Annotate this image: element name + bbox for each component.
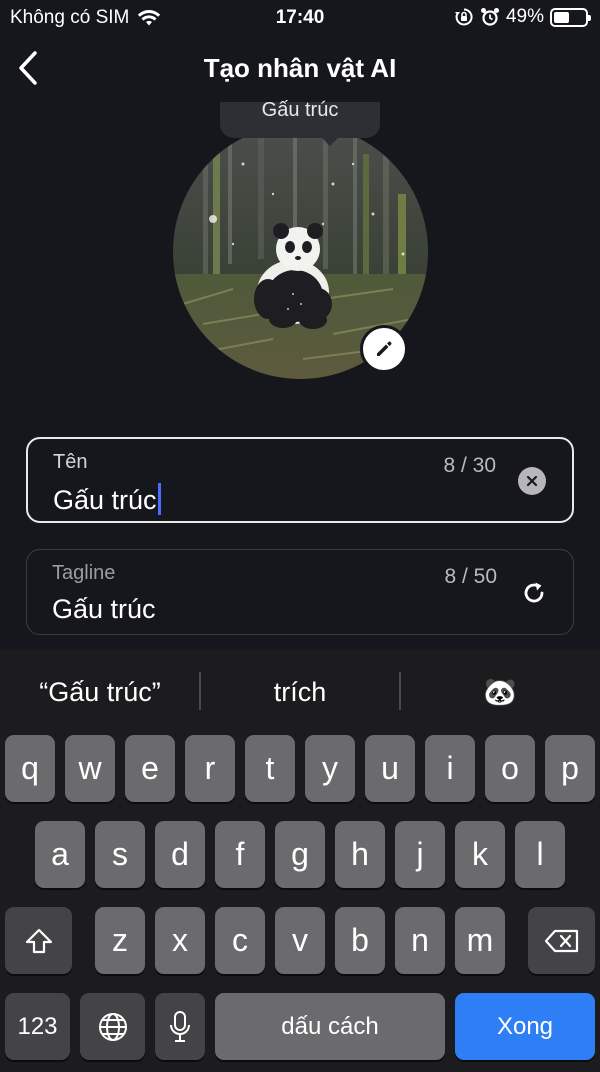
tagline-input[interactable]: Gấu trúc	[52, 594, 156, 625]
key-d[interactable]: d	[155, 821, 205, 888]
clear-name-button[interactable]	[518, 467, 546, 495]
key-a[interactable]: a	[35, 821, 85, 888]
key-w[interactable]: w	[65, 735, 115, 802]
key-f[interactable]: f	[215, 821, 265, 888]
key-m[interactable]: m	[455, 907, 505, 974]
key-o[interactable]: o	[485, 735, 535, 802]
battery-icon	[550, 7, 591, 27]
name-field-label: Tên	[53, 451, 88, 473]
key-l[interactable]: l	[515, 821, 565, 888]
microphone-icon	[170, 1010, 190, 1042]
tooltip-arrow	[320, 136, 340, 146]
key-t[interactable]: t	[245, 735, 295, 802]
shift-key[interactable]	[5, 907, 72, 974]
key-i[interactable]: i	[425, 735, 475, 802]
key-k[interactable]: k	[455, 821, 505, 888]
name-input[interactable]: Gấu trúc	[53, 483, 161, 516]
shift-icon	[25, 928, 52, 953]
numbers-key[interactable]: 123	[5, 993, 70, 1060]
battery-fill	[554, 11, 569, 23]
done-key[interactable]: Xong	[455, 993, 595, 1060]
suggestion-3[interactable]: 🐼	[400, 650, 600, 734]
key-r[interactable]: r	[185, 735, 235, 802]
key-x[interactable]: x	[155, 907, 205, 974]
key-j[interactable]: j	[395, 821, 445, 888]
key-b[interactable]: b	[335, 907, 385, 974]
globe-key[interactable]	[80, 993, 145, 1060]
space-key[interactable]: dấu cách	[215, 993, 445, 1060]
orientation-lock-icon	[454, 8, 473, 26]
battery-percent: 49%	[505, 6, 544, 27]
header: Tạo nhân vật AI	[0, 44, 600, 92]
tagline-char-count: 8 / 50	[444, 565, 497, 588]
backspace-key[interactable]	[528, 907, 595, 974]
avatar-tooltip: Gấu trúc	[220, 100, 380, 138]
name-char-count: 8 / 30	[443, 454, 496, 477]
edit-avatar-button[interactable]	[360, 325, 408, 373]
pencil-icon	[377, 341, 392, 356]
key-u[interactable]: u	[365, 735, 415, 802]
clear-icon	[526, 475, 538, 487]
suggestion-bar: “Gấu trúc” trích 🐼	[0, 650, 600, 734]
key-q[interactable]: q	[5, 735, 55, 802]
alarm-icon	[480, 8, 499, 26]
status-bar: Không có SIM 17:40 49%	[0, 0, 600, 36]
name-field[interactable]: Tên Gấu trúc 8 / 30	[26, 437, 574, 523]
tagline-field-label: Tagline	[52, 562, 116, 584]
status-right: 49%	[454, 6, 591, 28]
refresh-icon	[524, 582, 544, 603]
key-e[interactable]: e	[125, 735, 175, 802]
suggestion-1[interactable]: “Gấu trúc”	[0, 650, 200, 734]
key-h[interactable]: h	[335, 821, 385, 888]
text-cursor	[157, 483, 161, 515]
key-s[interactable]: s	[95, 821, 145, 888]
key-n[interactable]: n	[395, 907, 445, 974]
key-z[interactable]: z	[95, 907, 145, 974]
suggestion-2[interactable]: trích	[200, 650, 400, 734]
tagline-field[interactable]: Tagline Gấu trúc 8 / 50	[26, 549, 574, 635]
backspace-icon	[544, 929, 578, 952]
refresh-tagline-button[interactable]	[519, 578, 549, 608]
key-y[interactable]: y	[305, 735, 355, 802]
globe-icon	[98, 1012, 127, 1041]
keyboard: “Gấu trúc” trích 🐼 q w e r t y u i o p a…	[0, 650, 600, 1072]
name-input-text: Gấu trúc	[53, 485, 157, 515]
key-p[interactable]: p	[545, 735, 595, 802]
key-g[interactable]: g	[275, 821, 325, 888]
key-v[interactable]: v	[275, 907, 325, 974]
microphone-key[interactable]	[155, 993, 205, 1060]
key-c[interactable]: c	[215, 907, 265, 974]
page-title: Tạo nhân vật AI	[203, 53, 397, 83]
